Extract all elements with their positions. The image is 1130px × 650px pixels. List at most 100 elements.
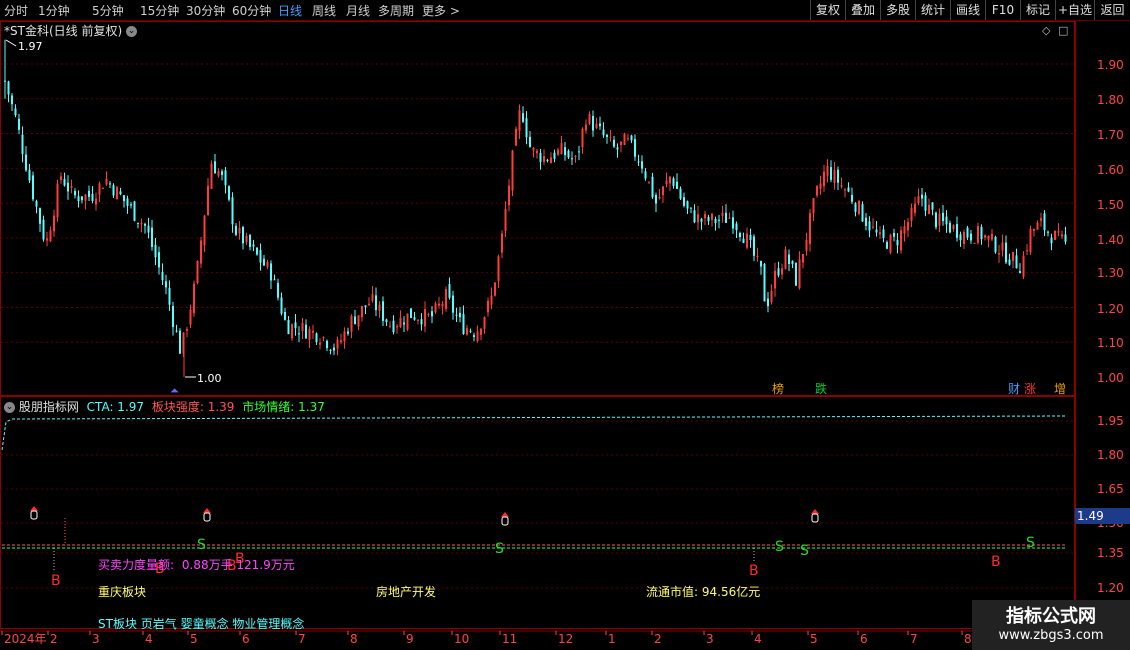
candle-body (490, 295, 493, 305)
buy-signal: B (749, 563, 759, 579)
price-axis: 1.90 1.80 1.70 1.60 1.50 1.40 1.30 1.20 … (1097, 58, 1124, 385)
date-label: 8 (350, 632, 358, 646)
candle-body (700, 218, 703, 222)
candle-body (252, 244, 255, 247)
candle-body (263, 258, 265, 266)
candle-body (550, 157, 552, 164)
candle-body (973, 242, 976, 244)
main-panel-title[interactable]: *ST金科(日线 前复权) ⌄ (4, 22, 137, 39)
candle-body (186, 328, 188, 331)
date-label: 11 (502, 632, 517, 646)
candle-body (882, 229, 885, 238)
expand-icon[interactable]: □ (1058, 24, 1068, 37)
date-label: 6 (242, 632, 250, 646)
marker-finance[interactable]: 财 (1008, 382, 1020, 396)
candle-body (777, 268, 780, 276)
main-panel-frame (0, 21, 1075, 396)
candle-body (686, 201, 689, 209)
buy-sell-label: 买卖力度量额: (98, 558, 175, 572)
price-tick: 1.90 (1097, 58, 1124, 72)
date-label: 3 (92, 632, 100, 646)
indicator-tick: 1.65 (1097, 482, 1124, 496)
candle-body (256, 247, 258, 255)
candle-body (732, 217, 734, 229)
candle-body (133, 201, 136, 221)
candle-body (959, 234, 962, 241)
sell-signal: S (495, 541, 504, 557)
candle-body (42, 219, 45, 240)
buy-signal: B (51, 573, 61, 589)
candle-body (259, 250, 262, 263)
candle-body (336, 339, 339, 349)
candle-body (1064, 234, 1067, 242)
marker-rank[interactable]: 榜 (772, 381, 784, 396)
high-price-label: 1.97 (18, 40, 43, 53)
candle-body (88, 190, 90, 197)
candle-body (623, 133, 626, 146)
candle-body (32, 175, 34, 200)
cta-value: CTA: 1.97 (86, 400, 145, 414)
candle-body (693, 210, 696, 223)
candle-body (1040, 218, 1042, 221)
date-label: 2 (50, 632, 58, 646)
indicator-menu-icon[interactable]: ⌄ (4, 402, 15, 413)
candle-body (637, 161, 640, 163)
candle-body (469, 330, 472, 332)
up-arrow-icon (203, 508, 211, 513)
candle-body (826, 165, 829, 176)
candle-body (221, 171, 223, 175)
date-label: 7 (910, 632, 918, 646)
candle-body (228, 186, 230, 200)
candle-body (711, 213, 713, 221)
date-label: 4 (754, 632, 762, 646)
chevron-down-icon[interactable]: ⌄ (125, 26, 137, 37)
candle-body (25, 154, 27, 171)
date-label: 7 (298, 632, 306, 646)
candle-body (70, 186, 73, 188)
candle-body (886, 241, 888, 249)
candle-body (56, 183, 59, 218)
candle-body (434, 303, 437, 313)
candle-body (924, 195, 927, 211)
candle-body (977, 226, 979, 243)
candle-body (406, 313, 409, 330)
candle-body (851, 194, 853, 202)
candle-body (441, 303, 444, 307)
candle-body (287, 319, 290, 335)
candle-body (1050, 237, 1053, 244)
candle-body (823, 171, 825, 187)
candle-body (224, 170, 227, 186)
diamond-icon[interactable]: ◇ (1042, 24, 1051, 37)
candle-body (175, 330, 178, 332)
candle-body (60, 176, 62, 181)
candle-body (231, 197, 234, 225)
marker-increase[interactable]: 增 (1054, 382, 1066, 396)
candle-body (168, 287, 171, 305)
marker-rise[interactable]: 涨 (1024, 381, 1036, 396)
candle-body (756, 256, 759, 258)
date-label: 2024年 (4, 632, 47, 646)
marker-fall[interactable]: 跌 (815, 381, 827, 396)
up-arrow-icon (811, 509, 819, 514)
chart-canvas[interactable]: BB BBBBS S S S S 1.90 1.80 1.70 1.60 1.50 1.4… (0, 0, 1130, 650)
candle-body (98, 183, 101, 195)
candle-body (970, 233, 972, 241)
candle-body (315, 333, 318, 343)
candle-body (1019, 271, 1021, 274)
candle-body (592, 116, 594, 131)
watermark-title: 指标公式网 (1006, 606, 1096, 627)
candle-body (119, 191, 122, 195)
candle-body (735, 223, 738, 231)
candle-body (928, 204, 930, 215)
candle-body (721, 212, 724, 217)
candle-body (238, 227, 241, 234)
date-label: 8 (964, 632, 972, 646)
candle-body (949, 222, 951, 233)
candle-body (816, 186, 818, 196)
candle-body (147, 225, 150, 233)
candle-body (910, 207, 913, 221)
candle-body (994, 237, 997, 253)
candle-body (126, 198, 129, 206)
candle-body (1036, 222, 1039, 230)
indicator-panel-title[interactable]: ⌄ 股朋指标网 CTA: 1.97 板块强度: 1.39 市场情绪: 1.37 (4, 398, 325, 415)
